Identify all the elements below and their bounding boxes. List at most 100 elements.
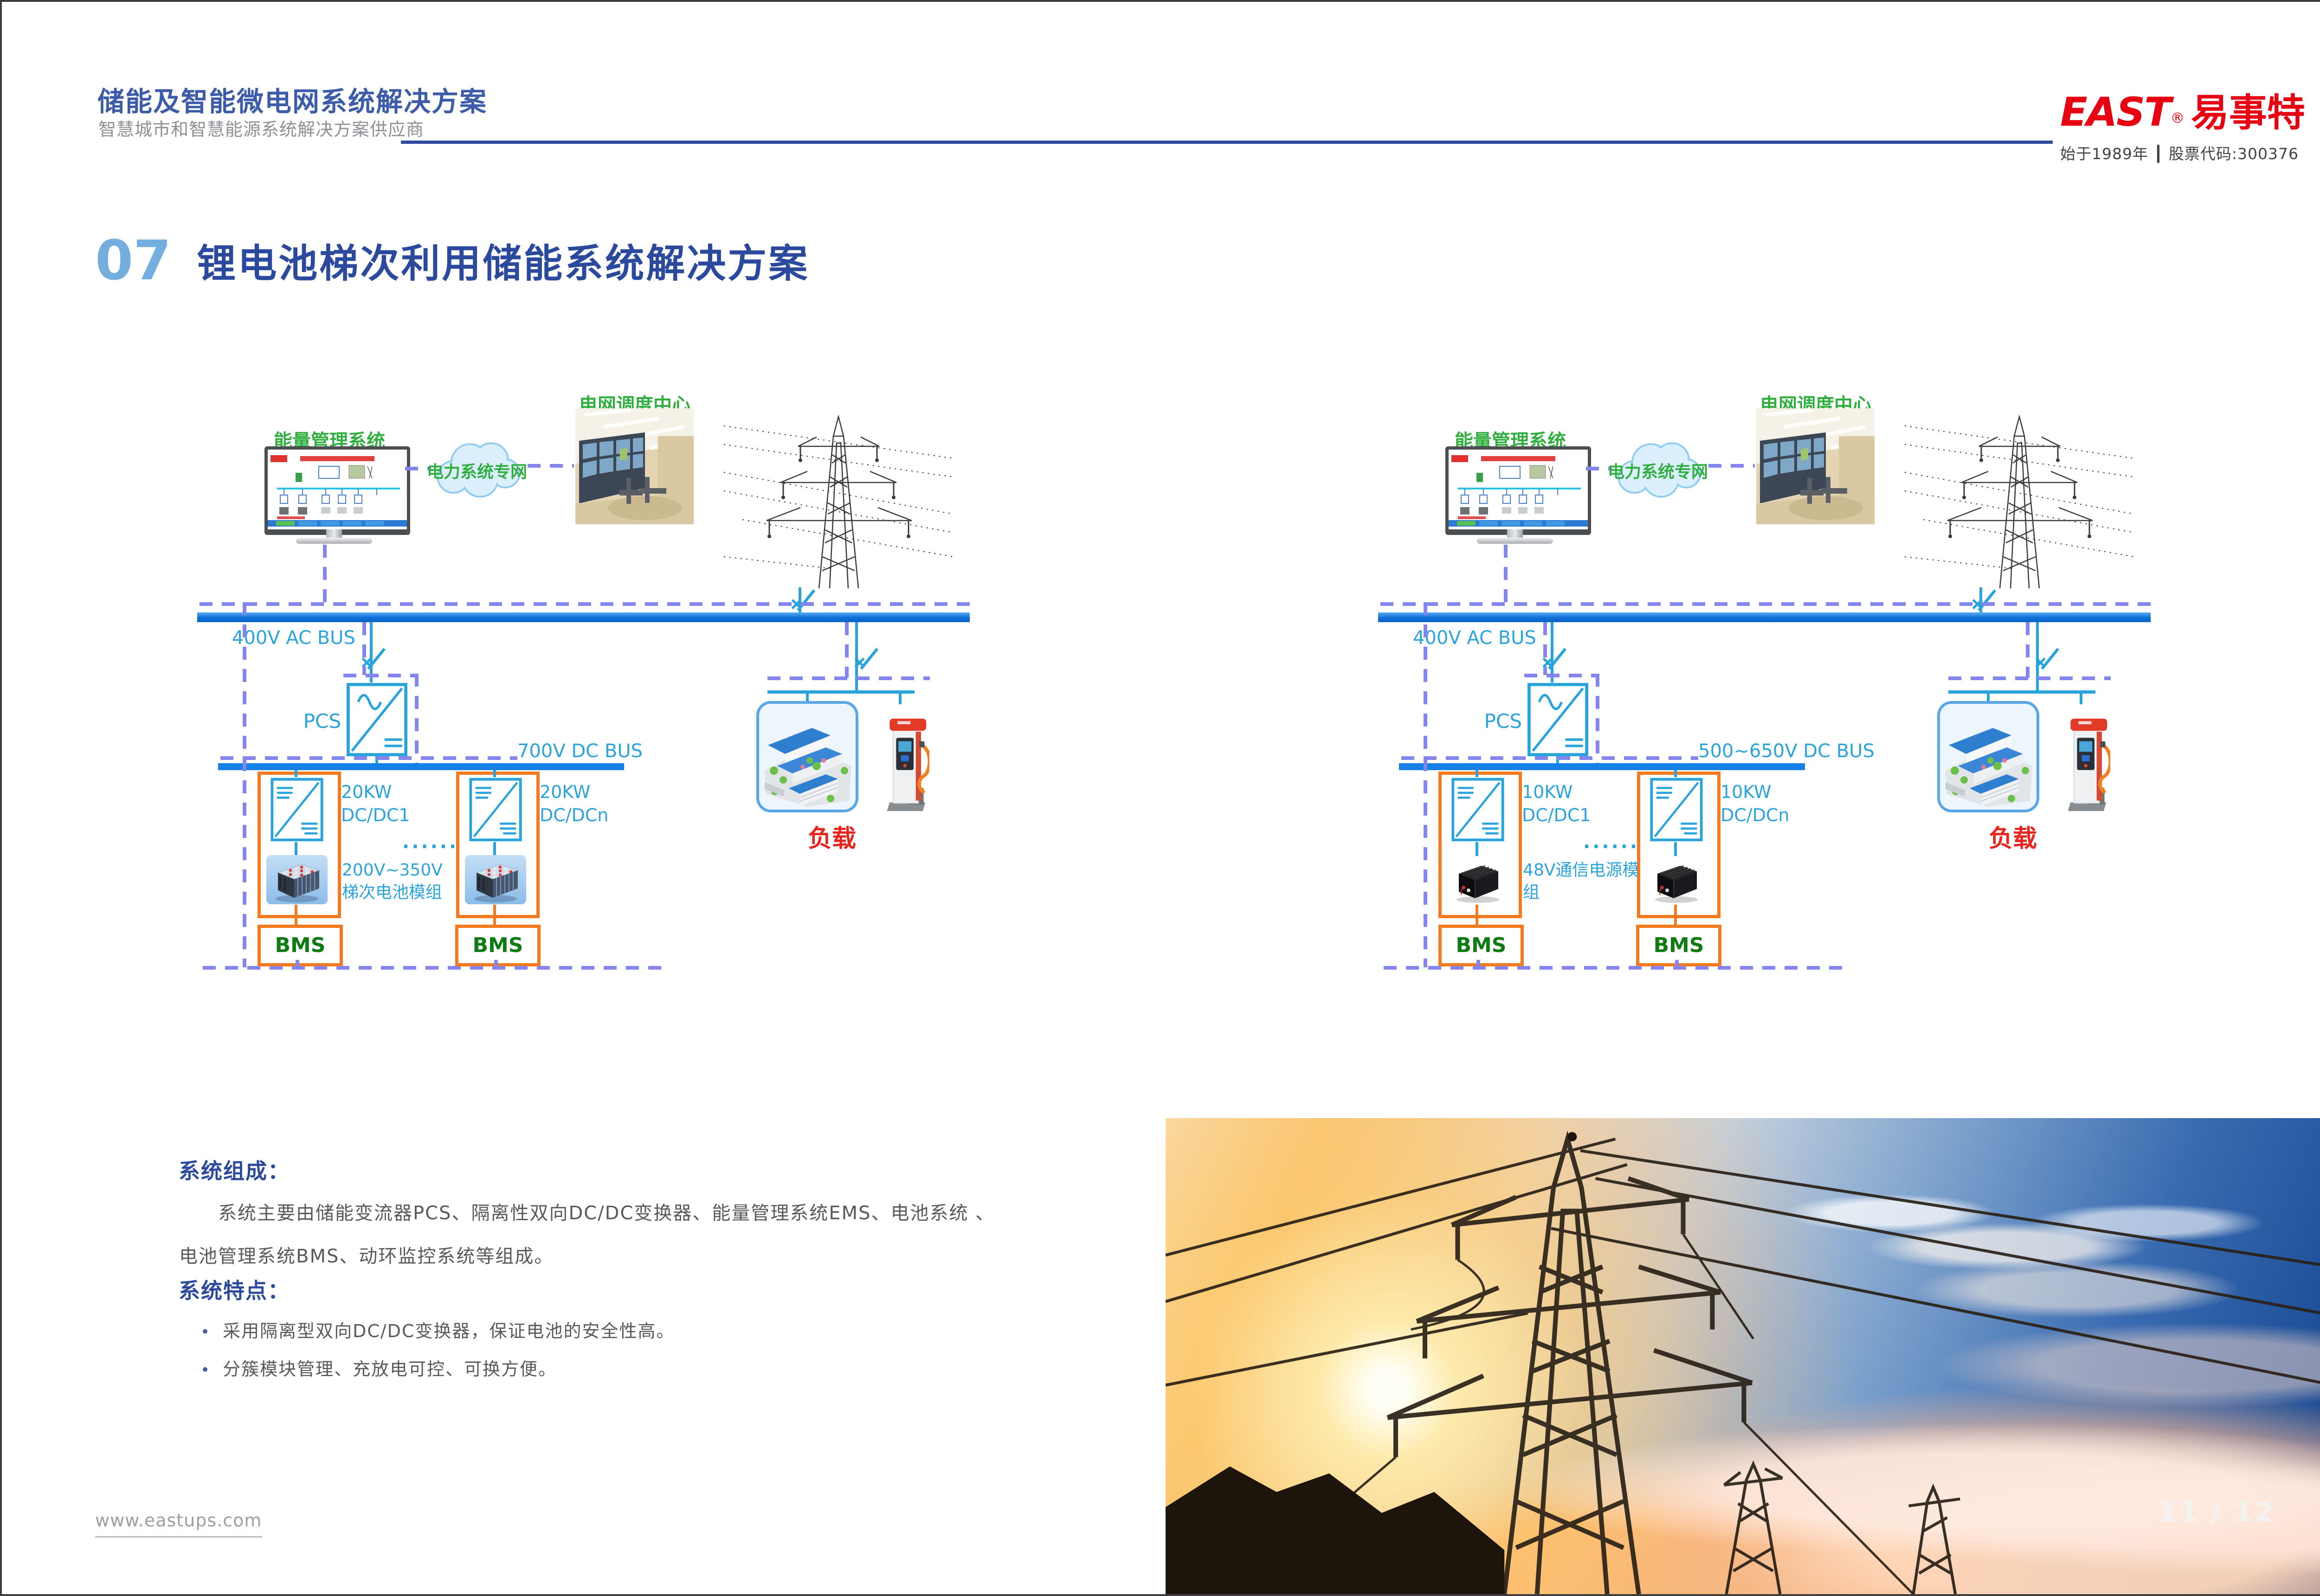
features-heading: 系统特点： bbox=[179, 1274, 290, 1305]
load-label: 负载 bbox=[1978, 819, 2048, 854]
feature-item: •分簇模块管理、充放电可控、可换方便。 bbox=[200, 1355, 557, 1380]
ac-bus-label: 400V AC BUS bbox=[232, 627, 355, 649]
comm-loop-left-dashed bbox=[243, 602, 246, 967]
groupn-module-link bbox=[493, 842, 496, 856]
bmsn-comm-stub bbox=[1675, 960, 1679, 967]
module-type-label: 48V通信电源模组 bbox=[1523, 859, 1643, 882]
cloud-room-link bbox=[1708, 464, 1755, 468]
load-comm-dashed bbox=[845, 622, 849, 678]
load-comm-dashed bbox=[2026, 622, 2030, 678]
section-heading: 07锂电池梯次利用储能系统解决方案 bbox=[95, 228, 809, 292]
module-label-line2: 梯次电池模组 bbox=[342, 882, 442, 904]
groupn-module-link bbox=[1674, 842, 1677, 856]
east-logo: EAST®易事特 始于1989年 ┃ 股票代码:300376 bbox=[2060, 82, 2320, 164]
tower-silhouette-art bbox=[1166, 1118, 2320, 1594]
logo-since: 始于1989年 bbox=[2060, 145, 2148, 163]
transmission-tower-drawing bbox=[724, 404, 954, 589]
monitor-stand bbox=[326, 529, 342, 539]
load-label: 负载 bbox=[797, 819, 867, 854]
dcdc1-label: 10KW DC/DC1 bbox=[1522, 780, 1629, 804]
doc-subtitle: 智慧城市和智慧能源系统解决方案供应商 bbox=[98, 115, 424, 141]
page: 储能及智能微电网系统解决方案 智慧城市和智慧能源系统解决方案供应商 EAST®易… bbox=[0, 0, 2320, 1596]
storage-module-image-1 bbox=[1447, 855, 1508, 904]
dc-bus-label: 700V DC BUS bbox=[517, 740, 643, 762]
logo-wordmark: EAST bbox=[2060, 89, 2171, 135]
logo-tagline: 始于1989年 ┃ 股票代码:300376 bbox=[2060, 142, 2320, 164]
storage-module-image-1 bbox=[266, 855, 328, 904]
dcdc-converter-symbol-1 bbox=[1450, 777, 1506, 842]
dcdc1-power: 10KW bbox=[1522, 780, 1573, 804]
module-type-label: 200V~350V 梯次电池模组 bbox=[342, 859, 463, 882]
dispatch-center-image bbox=[575, 408, 694, 524]
feature-text: 采用隔离型双向DC/DC变换器，保证电池的安全性高。 bbox=[223, 1321, 675, 1341]
dcdcn-id: DC/DCn bbox=[540, 804, 608, 827]
feature-item: • 采用隔离型双向DC/DC变换器，保证电池的安全性高。 bbox=[200, 1317, 675, 1342]
group1-module-link bbox=[295, 842, 297, 856]
bms1-link bbox=[1476, 905, 1478, 925]
bms1-link bbox=[295, 905, 297, 925]
pcs-dashed-right bbox=[415, 674, 419, 765]
comm-loop-bottom-dashed bbox=[1384, 966, 1848, 970]
monitor-base bbox=[1477, 538, 1553, 544]
group1-bus-link bbox=[1476, 770, 1478, 777]
dc-comm-dashed-line bbox=[220, 756, 517, 760]
charger-feed-line bbox=[2080, 691, 2082, 704]
composition-text-line1: 系统主要由储能变流器PCS、隔离性双向DC/DC变换器、能量管理系统EMS、电池… bbox=[218, 1198, 995, 1225]
bmsn-link bbox=[493, 905, 496, 925]
charger-feed-line bbox=[899, 691, 902, 704]
bmsn-comm-stub bbox=[494, 960, 498, 967]
ems-screenshot bbox=[1449, 450, 1588, 529]
dc-bus-bar bbox=[218, 763, 624, 770]
pcs-breaker-icon bbox=[1539, 643, 1569, 676]
bullet-icon: • bbox=[200, 1361, 211, 1379]
network-label: 电力系统专网 bbox=[1600, 458, 1716, 483]
section-number: 07 bbox=[95, 228, 171, 292]
monitor-stand bbox=[1507, 529, 1523, 539]
ac-bus-bar bbox=[197, 612, 970, 622]
pcs-dashed-top bbox=[343, 674, 419, 677]
logo-stock-code: 股票代码:300376 bbox=[2169, 145, 2299, 163]
module-label-line1: 200V~350V bbox=[342, 859, 443, 882]
doc-title: 储能及智能微电网系统解决方案 bbox=[97, 80, 487, 119]
dc-bus-bar bbox=[1399, 763, 1805, 770]
logo-separator: ┃ bbox=[2153, 145, 2163, 163]
diagram-battery-system: 能量管理系统 电力系统专网 电网调度中心 400V AC BUS PCS 700… bbox=[197, 385, 977, 974]
diagram-telecom-system: 能量管理系统 电力系统专网 电网调度中心 400V AC BUS PCS 500… bbox=[1378, 385, 2158, 974]
bms-box-1: BMS bbox=[258, 925, 343, 966]
ev-charger-image bbox=[2064, 703, 2110, 812]
dcdcn-id: DC/DCn bbox=[1721, 804, 1789, 827]
dcdc-converter-symbol-n bbox=[468, 777, 523, 842]
dcdc1-id: DC/DC1 bbox=[341, 804, 410, 827]
sunset-tower-photo: 11 / 12 bbox=[1166, 1118, 2320, 1594]
groupn-bus-link bbox=[493, 770, 496, 777]
comm-loop-bottom-dashed bbox=[203, 966, 667, 970]
ems-comm-line bbox=[323, 545, 327, 604]
ev-charger-image bbox=[883, 703, 929, 812]
dispatch-center-image bbox=[1756, 408, 1875, 524]
comm-loop-left-dashed bbox=[1424, 602, 1427, 967]
group1-bus-link bbox=[295, 770, 297, 777]
bms1-comm-stub bbox=[1476, 960, 1480, 967]
pcs-dashed-right bbox=[1596, 674, 1599, 765]
ac-bus-label: 400V AC BUS bbox=[1413, 627, 1536, 649]
comm-bus-dashed-line bbox=[1380, 602, 2153, 606]
dc-bus-label: 500~650V DC BUS bbox=[1698, 740, 1875, 762]
dcdc-converter-symbol-n bbox=[1649, 777, 1704, 842]
load-sub-bus bbox=[767, 690, 915, 694]
monitor-base bbox=[296, 538, 372, 544]
logo-chinese: 易事特 bbox=[2191, 90, 2305, 135]
bms-box-n: BMS bbox=[1636, 925, 1721, 966]
page-number: 11 / 12 bbox=[2159, 1496, 2275, 1528]
bms1-comm-stub bbox=[296, 960, 299, 967]
bullet-icon: • bbox=[200, 1323, 211, 1341]
dcdcn-label: 10KW DC/DCn bbox=[1721, 780, 1827, 804]
header-divider-line bbox=[401, 141, 2053, 144]
website-link[interactable]: www.eastups.com bbox=[95, 1510, 262, 1538]
pcs-converter-symbol bbox=[346, 682, 408, 757]
dcdcn-label: 20KW DC/DCn bbox=[540, 780, 646, 804]
dcdc1-label: 20KW DC/DC1 bbox=[341, 780, 448, 804]
ac-bus-bar bbox=[1378, 612, 2151, 622]
group1-module-link bbox=[1476, 842, 1478, 856]
dcdcn-power: 10KW bbox=[1721, 780, 1772, 804]
pcs-dashed-top bbox=[1524, 674, 1599, 677]
